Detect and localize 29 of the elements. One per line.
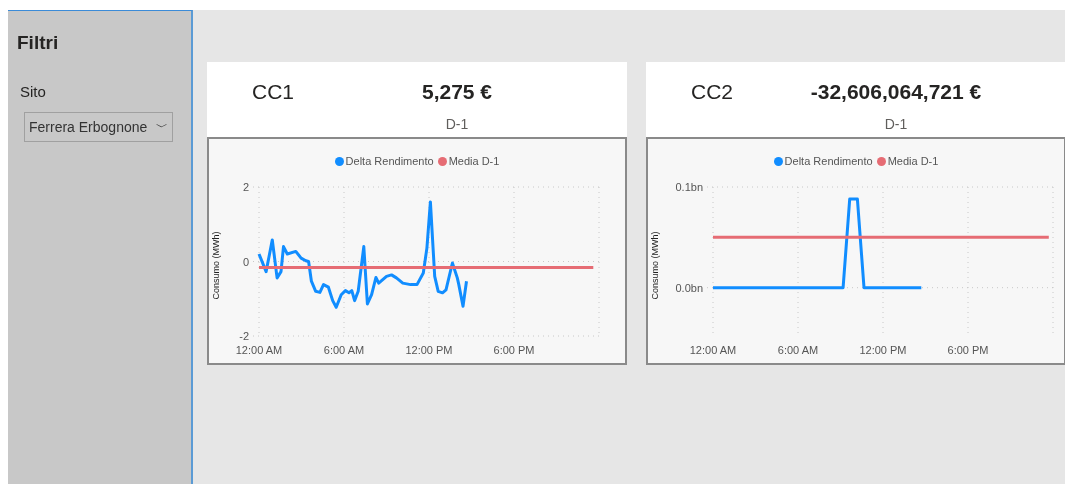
- x-tick-label: 12:00 AM: [689, 344, 737, 356]
- panel-title: Filtri: [17, 33, 60, 52]
- legend-label: Media D-1: [448, 154, 500, 169]
- card-title: CC1: [252, 80, 294, 103]
- legend-label: Media D-1: [887, 154, 939, 169]
- kpi-value: -32,606,064,721 €: [810, 79, 982, 105]
- y-tick-label: 2: [242, 181, 249, 193]
- y-axis-title: Consumo (MWh): [650, 231, 660, 300]
- y-tick-label: 0.0bn: [675, 281, 703, 294]
- site-dropdown[interactable]: Ferrera Erbognone ﹀: [24, 112, 173, 142]
- card-title: CC2: [691, 80, 733, 103]
- kpi-value: 5,275 €: [421, 79, 493, 105]
- y-tick-label: 0: [242, 255, 249, 268]
- y-tick-label: 0.1bn: [675, 181, 703, 193]
- legend-label: Delta Rendimento: [345, 154, 434, 169]
- x-tick-label: 12:00 PM: [405, 344, 453, 356]
- kpi-subtitle: D-1: [884, 114, 908, 134]
- legend-label: Delta Rendimento: [784, 154, 873, 169]
- x-tick-label: 6:00 PM: [947, 344, 989, 356]
- kpi-subtitle: D-1: [445, 114, 469, 134]
- caret-icon: ﹀: [156, 118, 168, 136]
- x-tick-label: 6:00 AM: [323, 344, 365, 356]
- x-tick-label: 12:00 PM: [859, 344, 907, 356]
- x-tick-label: 6:00 AM: [777, 344, 819, 356]
- x-tick-label: 6:00 PM: [493, 344, 535, 356]
- y-tick-label: -2: [239, 330, 249, 342]
- x-tick-label: 12:00 AM: [235, 344, 283, 356]
- y-axis-title: Consumo (MWh): [211, 231, 221, 300]
- filter-label: Sito: [20, 84, 47, 99]
